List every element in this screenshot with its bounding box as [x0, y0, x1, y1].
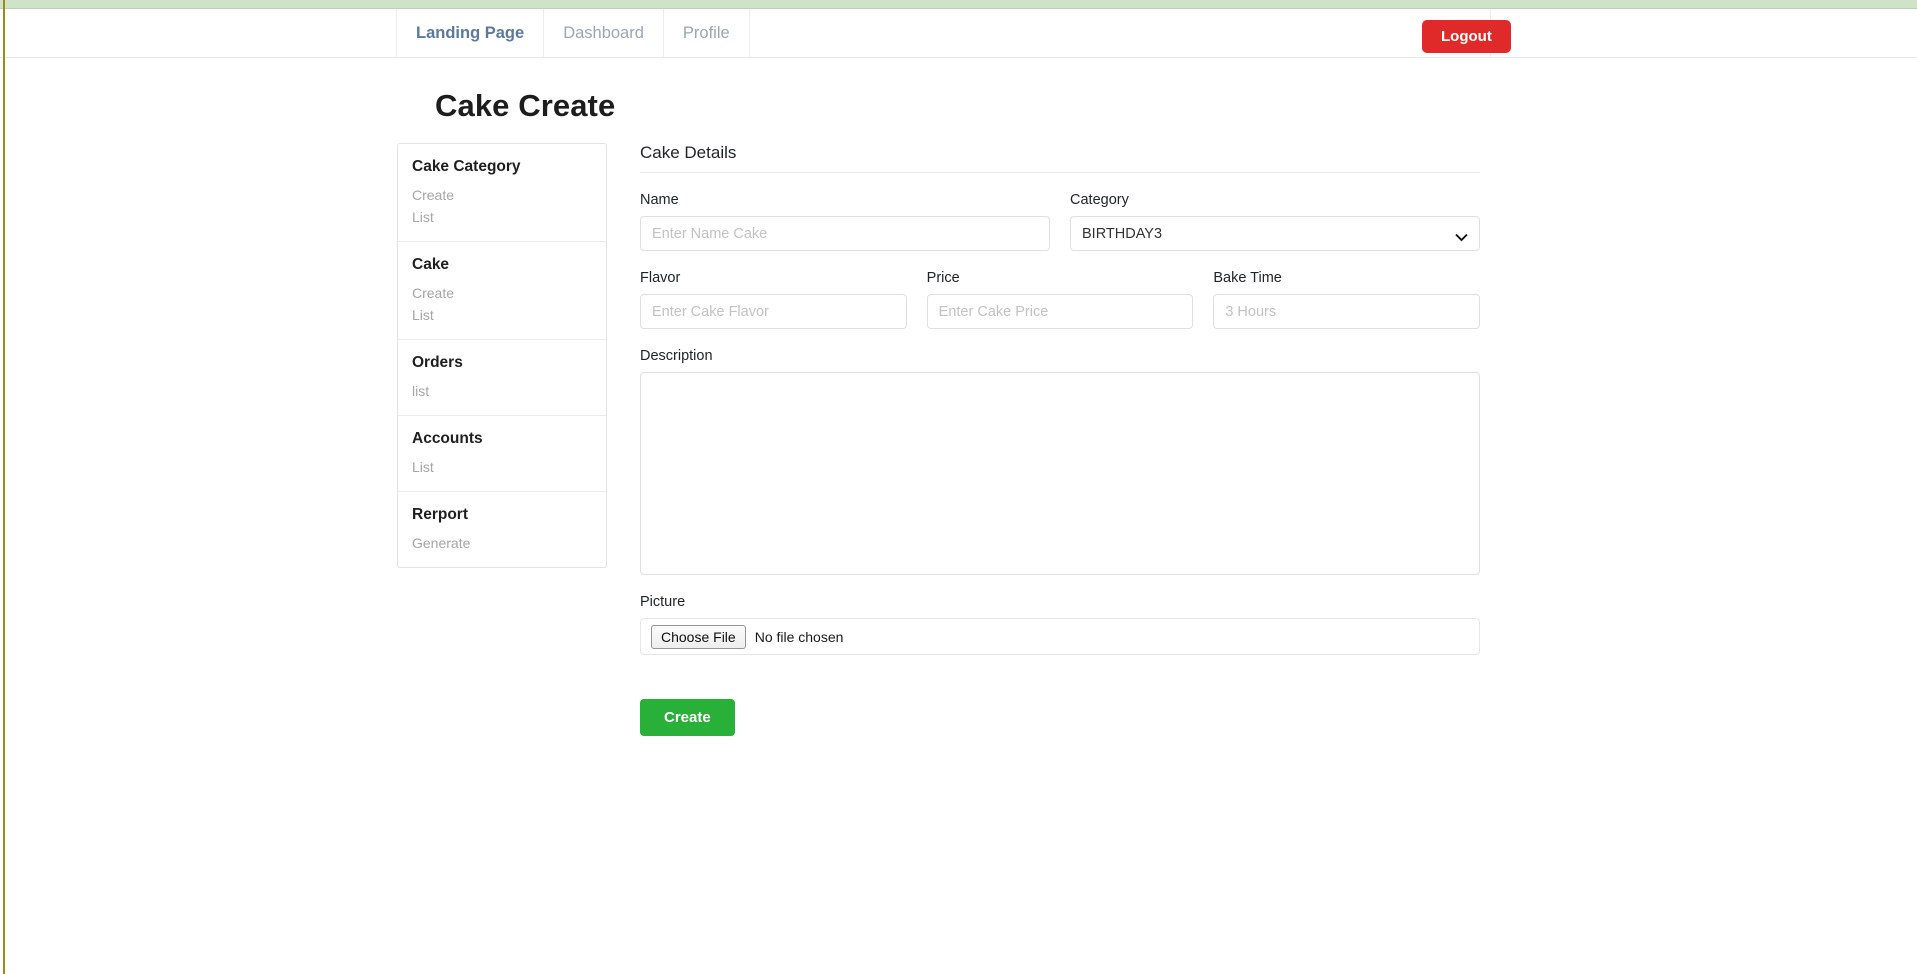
sidebar-item-cake-category-list[interactable]: List — [398, 206, 606, 228]
sidebar-section-title: Cake Category — [412, 158, 521, 175]
file-status-text: No file chosen — [754, 628, 844, 645]
nav-item-dashboard[interactable]: Dashboard — [543, 9, 663, 58]
navbar-spacer — [748, 9, 1491, 58]
sidebar-section-orders: Orders list — [398, 340, 606, 416]
nav-item-label: Landing Page — [416, 24, 525, 42]
sidebar: Cake Category Create List Cake Create Li… — [397, 143, 607, 568]
field-group-name: Name — [640, 192, 1050, 251]
navbar: Landing Page Dashboard Profile Logout — [0, 9, 1917, 58]
price-label: Price — [926, 270, 960, 286]
sidebar-section-cake: Cake Create List — [398, 242, 606, 340]
field-group-price: Price — [926, 270, 1194, 329]
field-group-flavor: Flavor — [640, 270, 907, 329]
nav-item-profile[interactable]: Profile — [662, 9, 749, 58]
description-label: Description — [640, 348, 713, 364]
field-group-category: Category BIRTHDAY3 — [1070, 192, 1480, 251]
sidebar-section-cake-category: Cake Category Create List — [398, 144, 606, 242]
form-heading: Cake Details — [640, 143, 1480, 173]
sidebar-section-title: Accounts — [412, 430, 483, 447]
logout-container: Logout — [1422, 20, 1511, 53]
sidebar-section-accounts: Accounts List — [398, 416, 606, 492]
flavor-input[interactable] — [640, 294, 907, 329]
page-title: Cake Create — [435, 88, 616, 123]
nav-item-landing-page[interactable]: Landing Page — [396, 9, 543, 58]
sidebar-item-orders-list[interactable]: list — [398, 380, 606, 402]
sidebar-item-cake-create[interactable]: Create — [398, 282, 606, 304]
field-group-description: Description — [640, 348, 1480, 575]
nav-item-label: Dashboard — [563, 24, 644, 42]
logout-button[interactable]: Logout — [1422, 20, 1511, 53]
sidebar-item-accounts-list[interactable]: List — [398, 456, 606, 478]
picture-file-input[interactable]: Choose File No file chosen — [640, 618, 1480, 655]
sidebar-section-title: Orders — [412, 354, 463, 371]
sidebar-item-cake-category-create[interactable]: Create — [398, 184, 606, 206]
field-group-picture: Picture Choose File No file chosen — [640, 594, 1480, 655]
category-select-wrap: BIRTHDAY3 — [1070, 216, 1480, 251]
form-row-picture: Picture Choose File No file chosen — [640, 594, 1480, 655]
flavor-label: Flavor — [640, 270, 681, 286]
field-group-bake-time: Bake Time — [1213, 270, 1481, 329]
name-label: Name — [640, 192, 679, 208]
category-select[interactable]: BIRTHDAY3 — [1070, 216, 1480, 251]
left-edge-rule — [3, 0, 5, 974]
bake-time-input[interactable] — [1213, 294, 1481, 329]
form-row-name-category: Name Category BIRTHDAY3 — [640, 192, 1480, 251]
sidebar-section-title: Rerport — [412, 506, 468, 523]
sidebar-section-report: Rerport Generate — [398, 492, 606, 567]
form-row-description: Description — [640, 348, 1480, 575]
choose-file-button[interactable]: Choose File — [651, 624, 746, 649]
form-row-flavor-price-baketime: Flavor Price Bake Time — [640, 270, 1481, 329]
cake-details-form: Cake Details Name Category BIRTHDAY3 — [640, 143, 1481, 736]
price-input[interactable] — [926, 294, 1194, 329]
top-green-strip — [0, 0, 1917, 9]
picture-label: Picture — [640, 594, 686, 610]
description-textarea[interactable] — [640, 372, 1480, 575]
name-input[interactable] — [640, 216, 1050, 251]
sidebar-item-cake-list[interactable]: List — [398, 304, 606, 326]
app-root: Landing Page Dashboard Profile Logout Ca… — [0, 0, 1917, 974]
navbar-items: Landing Page Dashboard Profile — [396, 9, 1491, 58]
nav-item-label: Profile — [682, 24, 730, 42]
category-label: Category — [1070, 192, 1129, 208]
sidebar-section-title: Cake — [412, 256, 450, 273]
create-button[interactable]: Create — [640, 699, 735, 736]
sidebar-item-report-generate[interactable]: Generate — [398, 532, 606, 554]
bake-time-label: Bake Time — [1213, 270, 1282, 286]
